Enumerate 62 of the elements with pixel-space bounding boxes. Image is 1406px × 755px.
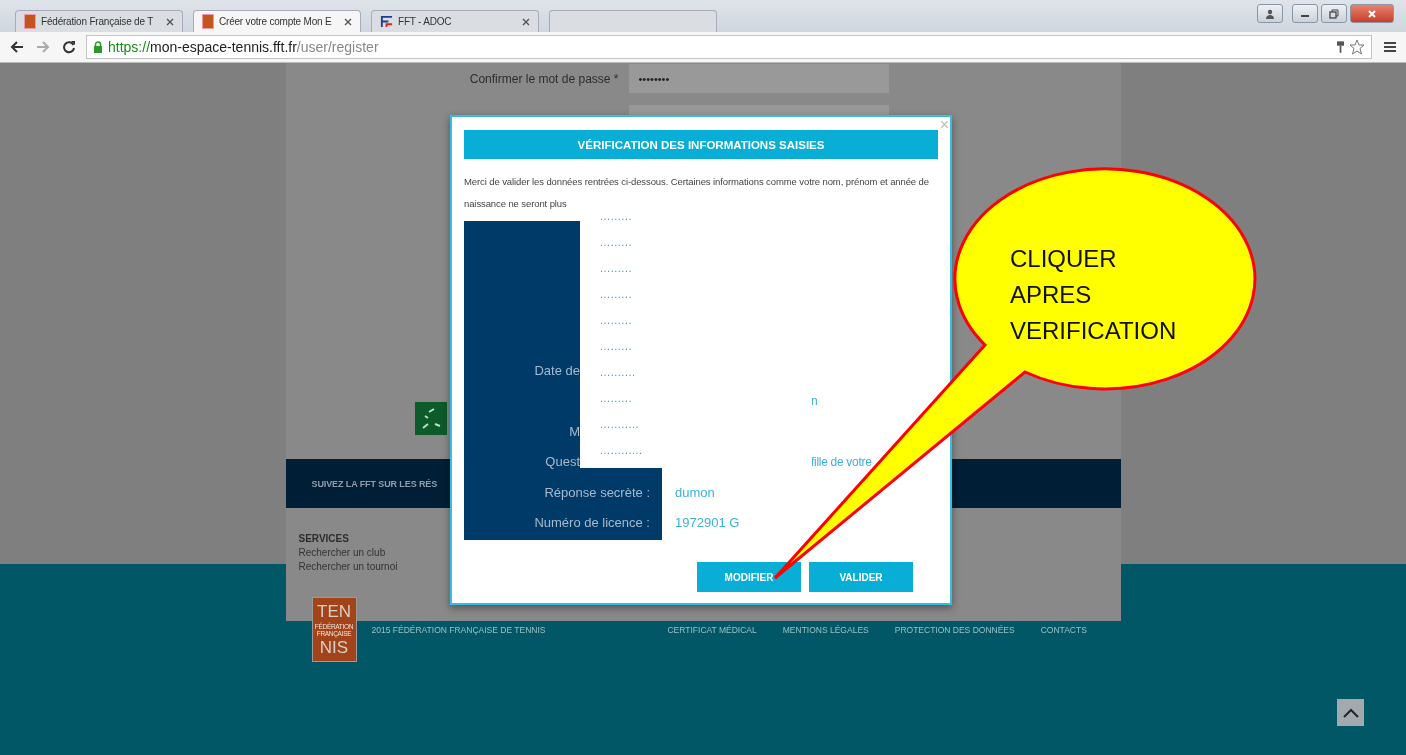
field-value: 1972901 G — [675, 515, 740, 531]
section-heading: SERVICES — [298, 533, 350, 544]
copyright-text: 2015 FÉDÉRATION FRANÇAISE DE TENNIS — [371, 624, 546, 635]
field-label: Réponse secrète : — [544, 484, 650, 500]
footer-link[interactable]: CERTIFICAT MÉDICAL — [667, 624, 757, 635]
browser-tab[interactable]: Créer votre compte Mon E — [193, 10, 361, 32]
profile-icon[interactable] — [1257, 4, 1283, 23]
field-label: M — [569, 423, 580, 439]
tab-title: FFT - ADOC — [398, 16, 453, 27]
close-icon[interactable] — [166, 17, 174, 26]
tab-title: Fédération Française de T — [41, 16, 155, 27]
site-logo-icon — [24, 14, 36, 29]
field-label: Date de — [534, 362, 580, 378]
bookmark-star-icon[interactable] — [1349, 39, 1365, 55]
dialog-title: VÉRIFICATION DES INFORMATIONS SAISIES — [577, 138, 825, 151]
scroll-top-button[interactable] — [1337, 699, 1364, 726]
logo-text: NIS — [319, 637, 349, 658]
banner-text: SUIVEZ LA FFT SUR LES RÉS — [311, 478, 438, 489]
masked-value: ............ — [600, 443, 644, 458]
masked-value: .......... — [600, 365, 637, 380]
field-value: n — [811, 393, 818, 408]
field-value: fille de votre — [811, 454, 872, 469]
footer-link[interactable]: PROTECTION DES DONNÉES — [894, 624, 1015, 635]
footer-link[interactable]: CONTACTS — [1040, 624, 1087, 635]
masked-value: ......... — [600, 391, 633, 406]
restore-icon[interactable] — [1321, 4, 1347, 23]
reload-icon[interactable] — [62, 40, 76, 54]
footer-link[interactable]: MENTIONS LÉGALES — [782, 624, 869, 635]
url-text: https://mon-espace-tennis.fft.fr/user/register — [108, 39, 380, 55]
browser-tab[interactable]: FFT - ADOC — [371, 10, 539, 32]
key-icon[interactable] — [1337, 40, 1344, 54]
close-icon[interactable] — [522, 17, 530, 26]
browser-tab[interactable]: Fédération Française de T — [15, 10, 183, 32]
tab-title: Créer votre compte Mon E — [219, 16, 333, 27]
back-icon[interactable] — [10, 40, 24, 54]
site-logo-icon — [202, 14, 214, 29]
masked-value: ......... — [600, 287, 633, 302]
masked-value: ......... — [600, 313, 633, 328]
callout-text: CLIQUER APRES VERIFICATION — [1010, 244, 1178, 346]
masked-value: ......... — [600, 261, 633, 276]
dialog-button[interactable]: MODIFIER — [697, 562, 801, 592]
password-field[interactable]: •••••••• — [628, 64, 889, 93]
masked-value: ........... — [600, 417, 641, 432]
menu-icon[interactable] — [1384, 41, 1396, 53]
field-value: dumon — [675, 484, 715, 500]
dialog-button[interactable]: VALIDER — [809, 562, 913, 592]
logo-text: TEN — [317, 601, 351, 622]
field-label: Confirmer le mot de passe * — [468, 71, 620, 86]
chevron-up-icon — [1342, 707, 1359, 718]
address-field[interactable]: https://mon-espace-tennis.fft.fr/user/register — [86, 35, 1372, 59]
minimize-icon[interactable] — [1292, 4, 1318, 23]
masked-value: ......... — [600, 209, 633, 224]
close-icon[interactable] — [1350, 4, 1394, 23]
intro-text: Merci de valider les données rentrées ci-dessous. Certaines informations comme votre nom, prénom et année de naissance ne seront plus — [464, 175, 930, 211]
lock-icon — [93, 41, 103, 53]
close-icon[interactable] — [344, 17, 352, 26]
site-logo-icon — [380, 15, 393, 28]
field-label: Quest — [545, 454, 580, 470]
masked-value: ......... — [600, 339, 633, 354]
masked-value: ......... — [600, 235, 633, 250]
field-label: Numéro de licence : — [534, 515, 650, 531]
bank-logo-icon — [414, 402, 447, 435]
